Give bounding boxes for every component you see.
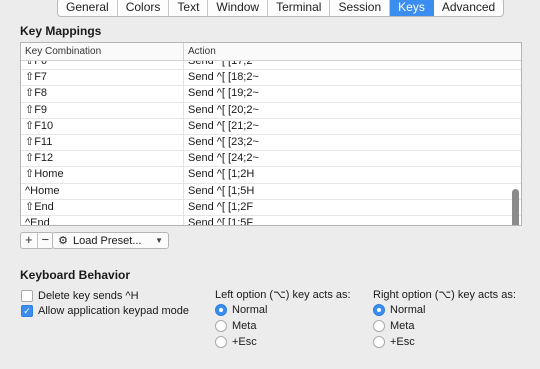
- key-combination-cell: ^End: [21, 215, 184, 225]
- key-combination-cell: ⇧F12: [21, 151, 184, 167]
- app-keypad-option[interactable]: ✓ Allow application keypad mode: [21, 305, 189, 317]
- table-row[interactable]: ⇧F7 Send ^[ [18;2~: [21, 70, 521, 87]
- right-option-esc[interactable]: +Esc: [373, 336, 415, 348]
- action-cell: Send ^[ [1;2F: [188, 200, 254, 213]
- add-mapping-button[interactable]: +: [21, 233, 38, 248]
- delete-key-sends-label: Delete key sends ^H: [38, 290, 139, 302]
- column-header-action[interactable]: Action: [184, 43, 216, 60]
- table-row[interactable]: ⇧F12 Send ^[ [24;2~: [21, 151, 521, 168]
- right-option-normal[interactable]: Normal: [373, 304, 425, 316]
- table-row[interactable]: ⇧F6 Send ^[ [17;2~: [21, 61, 521, 71]
- key-combination-cell: ⇧F11: [21, 134, 184, 151]
- right-option-title: Right option (⌥) key acts as:: [373, 289, 516, 301]
- right-option-normal-label: Normal: [390, 304, 426, 316]
- left-option-meta[interactable]: Meta: [215, 320, 256, 332]
- table-row[interactable]: ⇧Home Send ^[ [1;2H: [21, 167, 521, 184]
- left-option-normal-radio[interactable]: [215, 304, 227, 316]
- left-option-esc-radio[interactable]: [215, 336, 227, 348]
- tab-terminal[interactable]: Terminal: [268, 0, 331, 16]
- tab-text[interactable]: Text: [169, 0, 209, 16]
- table-scrollbar[interactable]: [512, 189, 519, 225]
- key-mappings-table: Key Combination Action ⇧F6 Send ^[ [17;2~…: [20, 42, 522, 226]
- tab-window[interactable]: Window: [208, 0, 269, 16]
- table-row[interactable]: ^End Send ^[ [1;5F: [21, 215, 521, 225]
- key-combination-cell: ⇧F7: [21, 70, 184, 86]
- table-body[interactable]: ⇧F6 Send ^[ [17;2~ ⇧F7 Send ^[ [18;2~ ⇧F8 Sen…: [21, 61, 521, 225]
- right-option-esc-radio[interactable]: [373, 336, 385, 348]
- gear-icon: ⚙: [58, 235, 68, 247]
- table-row[interactable]: ⇧End Send ^[ [1;2F: [21, 199, 521, 216]
- key-combination-cell: ⇧End: [21, 199, 184, 215]
- action-cell: Send ^[ [24;2~: [188, 152, 259, 165]
- action-cell: Send ^[ [1;2H: [188, 168, 255, 181]
- add-remove-control: + −: [20, 232, 54, 249]
- column-header-key-combination[interactable]: Key Combination: [21, 43, 184, 60]
- table-row[interactable]: ⇧F9 Send ^[ [20;2~: [21, 102, 521, 119]
- key-combination-cell: ⇧F10: [21, 118, 184, 134]
- key-mappings-title: Key Mappings: [20, 24, 102, 38]
- action-cell: Send ^[ [19;2~: [188, 87, 259, 100]
- table-row[interactable]: ⇧F11 Send ^[ [23;2~: [21, 134, 521, 152]
- action-cell: Send ^[ [17;2~: [188, 61, 259, 67]
- left-option-esc-label: +Esc: [232, 336, 257, 348]
- key-combination-cell: ⇧F6: [21, 61, 184, 70]
- load-preset-dropdown[interactable]: ⚙ Load Preset... ▼: [52, 232, 169, 249]
- right-option-meta-label: Meta: [390, 320, 415, 332]
- load-preset-label: Load Preset...: [73, 234, 142, 247]
- preferences-tab-bar: General Colors Text Window Terminal Sess…: [57, 0, 505, 17]
- app-keypad-label: Allow application keypad mode: [38, 305, 190, 317]
- tab-advanced[interactable]: Advanced: [434, 0, 503, 16]
- tab-general[interactable]: General: [58, 0, 118, 16]
- delete-key-sends-checkbox[interactable]: [21, 290, 33, 302]
- table-row[interactable]: ⇧F8 Send ^[ [19;2~: [21, 86, 521, 103]
- left-option-esc[interactable]: +Esc: [215, 336, 257, 348]
- key-combination-cell: ⇧Home: [21, 167, 184, 183]
- delete-key-sends-option[interactable]: Delete key sends ^H: [21, 290, 139, 302]
- left-option-title: Left option (⌥) key acts as:: [215, 289, 351, 301]
- left-option-meta-radio[interactable]: [215, 320, 227, 332]
- key-combination-cell: ^Home: [21, 183, 184, 199]
- key-combination-cell: ⇧F9: [21, 102, 184, 118]
- tab-session[interactable]: Session: [330, 0, 391, 16]
- left-option-normal[interactable]: Normal: [215, 304, 267, 316]
- tab-colors[interactable]: Colors: [118, 0, 170, 16]
- left-option-meta-label: Meta: [232, 320, 257, 332]
- action-cell: Send ^[ [20;2~: [188, 103, 259, 116]
- app-keypad-checkbox[interactable]: ✓: [21, 305, 33, 317]
- keyboard-behavior-title: Keyboard Behavior: [20, 268, 131, 282]
- remove-mapping-button[interactable]: −: [38, 233, 54, 248]
- table-row[interactable]: ⇧F10 Send ^[ [21;2~: [21, 118, 521, 135]
- action-cell: Send ^[ [21;2~: [188, 119, 259, 132]
- chevron-down-icon: ▼: [155, 236, 163, 245]
- table-header: Key Combination Action: [21, 43, 521, 61]
- action-cell: Send ^[ [1;5H: [188, 184, 255, 197]
- right-option-esc-label: +Esc: [390, 336, 415, 348]
- table-row[interactable]: ^Home Send ^[ [1;5H: [21, 183, 521, 200]
- right-option-meta-radio[interactable]: [373, 320, 385, 332]
- left-option-normal-label: Normal: [232, 304, 268, 316]
- right-option-normal-radio[interactable]: [373, 304, 385, 316]
- action-cell: Send ^[ [23;2~: [188, 135, 259, 148]
- action-cell: Send ^[ [1;5F: [188, 216, 254, 225]
- tab-keys[interactable]: Keys: [390, 0, 434, 16]
- key-combination-cell: ⇧F8: [21, 86, 184, 102]
- right-option-meta[interactable]: Meta: [373, 320, 414, 332]
- action-cell: Send ^[ [18;2~: [188, 71, 259, 84]
